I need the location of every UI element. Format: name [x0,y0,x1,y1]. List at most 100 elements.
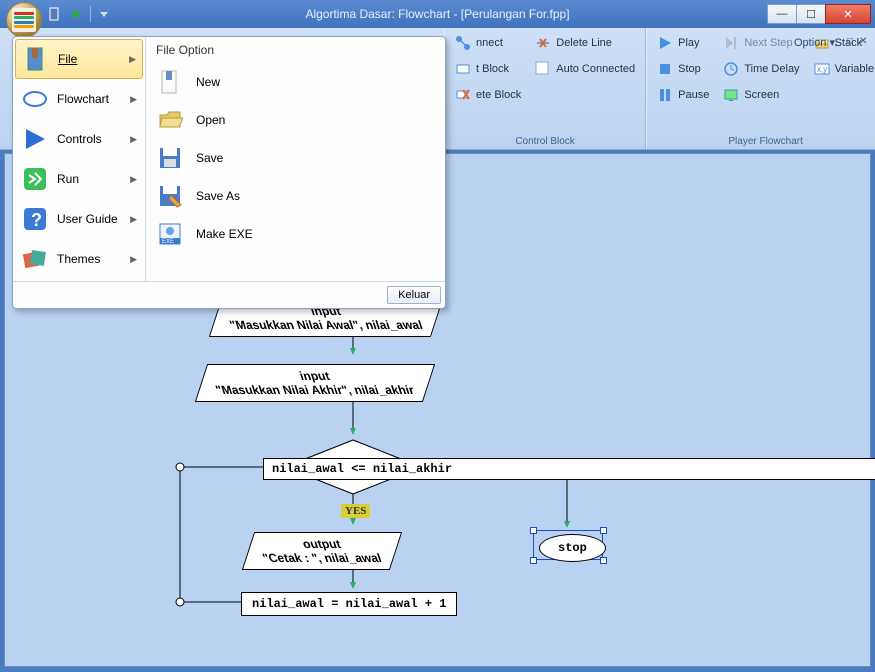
app-menu-footer: Keluar [13,281,445,308]
play-button[interactable]: Play [655,32,711,54]
label: Delete Line [556,37,612,49]
pause-icon [657,87,673,103]
mdi-close-icon[interactable]: ✕ [859,36,869,46]
qat-divider [90,6,91,22]
arrow-icon: ▶ [130,174,137,185]
file-save[interactable]: Save [156,139,435,177]
variable-icon: x,y [814,61,830,77]
screen-icon [723,87,739,103]
delete-line-button[interactable]: Delete Line [533,32,637,54]
stop-node[interactable]: stop [539,534,606,562]
minimize-button[interactable]: — [767,4,797,24]
window-title: Algortima Dasar: Flowchart - [Perulangan… [0,7,875,21]
close-button[interactable]: ✕ [825,4,871,24]
themes-icon [21,245,49,273]
menu-file[interactable]: File ▶ [15,39,143,79]
maximize-button[interactable]: ☐ [796,4,826,24]
label: ete Block [476,89,521,101]
label: Play [678,37,699,49]
group-title: Control Block [453,134,637,147]
svg-text:?: ? [31,210,42,230]
mdi-controls: _ □ ✕ [835,36,869,46]
screen-button[interactable]: Screen [721,84,801,106]
mdi-min-icon[interactable]: _ [835,36,845,46]
save-icon [156,144,184,172]
output-node[interactable]: output "Cetak : ", nilai_awal [248,532,396,570]
arrow-icon: ▶ [129,54,136,65]
label: New [196,75,220,89]
checkbox-icon [535,61,551,77]
next-step-button[interactable]: Next Step [721,32,801,54]
sel-handle[interactable] [600,557,607,564]
file-open[interactable]: Open [156,101,435,139]
delete-line-icon [535,35,551,51]
mdi-max-icon[interactable]: □ [847,36,857,46]
help-icon: ? [21,205,49,233]
yes-label: YES [341,504,370,518]
new-icon [156,68,184,96]
label: Pause [678,89,709,101]
qat-bookmark-icon[interactable] [46,5,64,23]
file-make-exe[interactable]: EXEMake EXE [156,215,435,253]
label: Run [57,172,79,186]
arrow-icon: ▶ [130,254,137,265]
flowchart-icon [21,85,49,113]
label: nnect [476,37,503,49]
label: Time Delay [744,63,799,75]
ribbon-group-control-block: nnect Delete Line t Block Auto Connected… [444,28,646,149]
menu-user-guide[interactable]: ? User Guide ▶ [15,199,143,239]
menu-themes[interactable]: Themes ▶ [15,239,143,279]
assign-node[interactable]: nilai_awal = nilai_awal + 1 [241,592,457,616]
label: Next Step [744,37,792,49]
label: User Guide [57,212,118,226]
input-node-2[interactable]: input "Masukkan Nilai Akhir", nilai_akhi… [201,364,429,402]
stop-icon [657,61,673,77]
clock-icon [723,61,739,77]
menu-controls[interactable]: Controls ▶ [15,119,143,159]
controls-icon [21,125,49,153]
block-icon [455,61,471,77]
delete-block-icon [455,87,471,103]
block-button[interactable]: t Block [453,58,523,80]
sel-handle[interactable] [600,527,607,534]
qat-dropdown-icon[interactable] [95,5,113,23]
label: Save [196,151,223,165]
file-new[interactable]: New [156,63,435,101]
file-options-panel: File Option New Open Save Save As EXEMak… [145,37,445,281]
variable-button[interactable]: x,y Variable [812,58,875,80]
time-delay-button[interactable]: Time Delay [721,58,801,80]
file-save-as[interactable]: Save As [156,177,435,215]
file-icon [22,45,50,73]
qat-play-icon[interactable] [68,5,86,23]
label: Flowchart [57,92,109,106]
label: File [58,52,77,66]
menu-flowchart[interactable]: Flowchart ▶ [15,79,143,119]
label: Controls [57,132,102,146]
sel-handle[interactable] [530,557,537,564]
stop-button[interactable]: Stop [655,58,711,80]
label: t Block [476,63,509,75]
open-icon [156,106,184,134]
menu-run[interactable]: Run ▶ [15,159,143,199]
sel-handle[interactable] [530,527,537,534]
group-title: Player Flowchart [655,134,875,147]
label: Save As [196,189,240,203]
label: Screen [744,89,779,101]
app-menu-sidebar: File ▶ Flowchart ▶ Controls ▶ Run ▶ ? Us… [13,37,145,281]
orb-icon [12,8,36,32]
panel-header: File Option [156,43,435,57]
exit-button[interactable]: Keluar [387,286,441,304]
delete-block-button[interactable]: ete Block [453,84,523,106]
svg-text:x,y: x,y [817,65,827,74]
label: Variable [835,63,875,75]
label: Open [196,113,225,127]
auto-connected-checkbox[interactable]: Auto Connected [533,58,637,80]
pause-button[interactable]: Pause [655,84,711,106]
label: Themes [57,252,100,266]
connect-button[interactable]: nnect [453,32,523,54]
decision-node[interactable]: nilai_awal <= nilai_akhir [263,458,875,480]
label: Make EXE [196,227,253,241]
next-step-icon [723,35,739,51]
play-icon [657,35,673,51]
app-orb[interactable] [6,2,42,38]
